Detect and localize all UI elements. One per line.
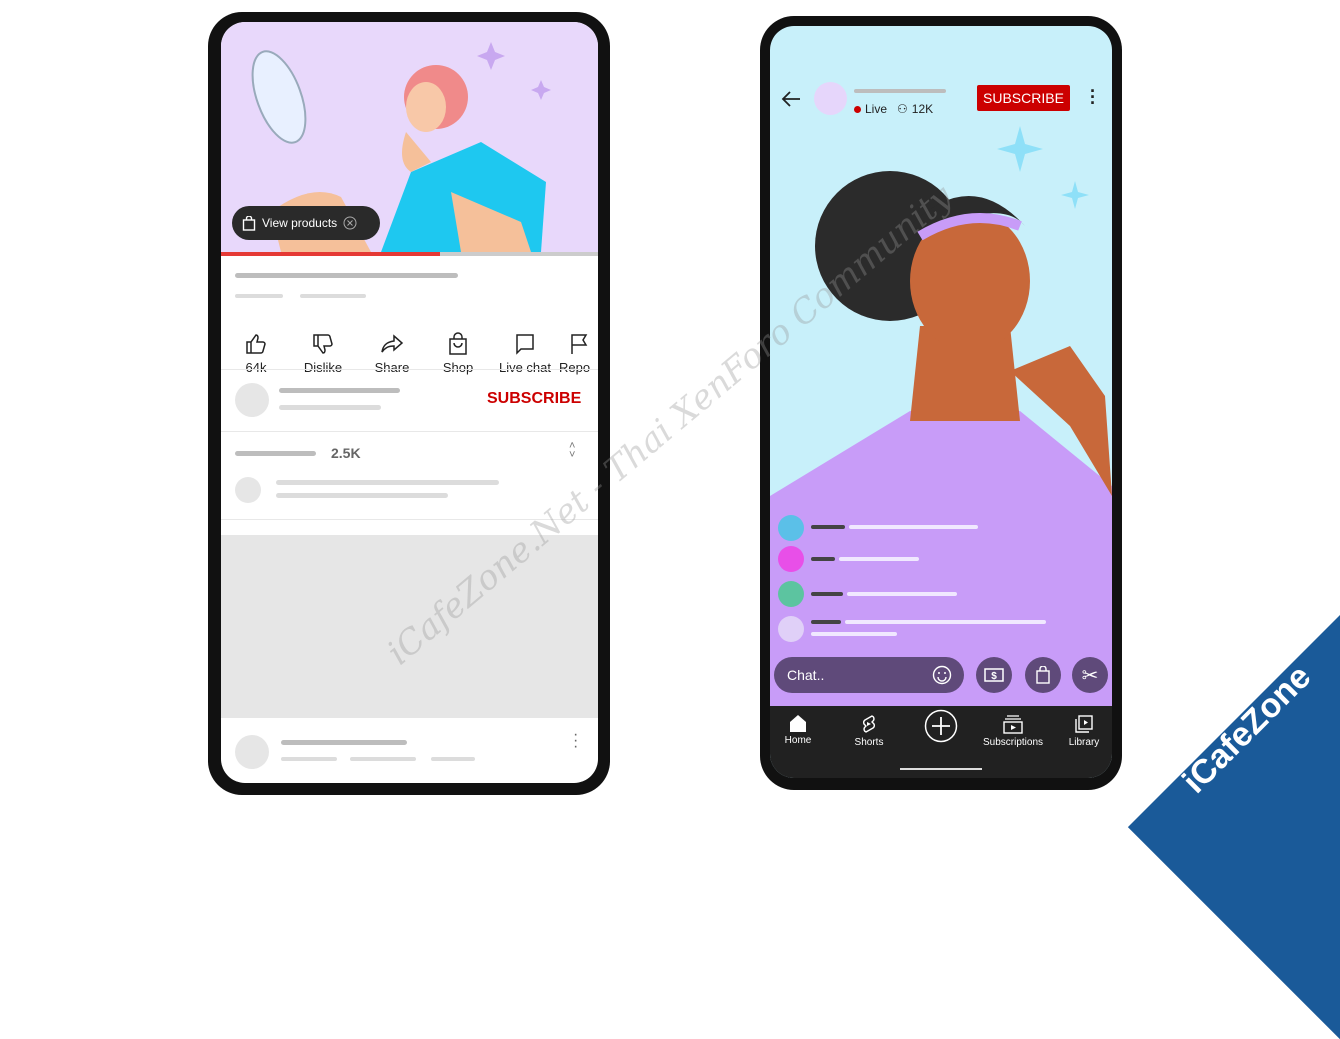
scissors-icon: ✂ — [1081, 664, 1099, 687]
video-progress-bar[interactable] — [221, 252, 598, 256]
chat-avatar — [778, 515, 804, 541]
comments-count: 2.5K — [331, 445, 361, 461]
chat-avatar — [778, 546, 804, 572]
svg-text:$: $ — [991, 671, 997, 682]
chat-avatar — [778, 616, 804, 642]
shorts-icon — [863, 715, 875, 733]
video-player[interactable]: View products — [221, 22, 598, 252]
expand-comments-icon[interactable]: ˄ ˅ — [569, 441, 575, 461]
nav-home[interactable]: Home — [770, 714, 833, 746]
nav-shorts[interactable]: Shorts — [834, 714, 904, 748]
view-products-chip[interactable]: View products — [232, 206, 380, 240]
create-plus-icon — [924, 709, 958, 743]
subscriptions-icon — [1003, 715, 1023, 734]
viewers-icon: ⚇ — [897, 102, 908, 116]
clip-button[interactable]: ✂ — [1072, 657, 1108, 693]
more-options-icon[interactable]: · · · — [1090, 82, 1096, 112]
progress-fill — [221, 252, 440, 256]
thumbs-down-icon — [313, 334, 333, 354]
share-icon — [381, 334, 404, 353]
channel-avatar[interactable] — [814, 82, 847, 115]
chat-icon — [516, 334, 534, 355]
live-dot — [854, 105, 861, 113]
shopping-bag-icon — [242, 215, 256, 231]
emoji-icon[interactable] — [932, 665, 952, 685]
live-stream-screen: Live ⚇ 12K SUBSCRIBE · · · Chat.. $ ✂ Home… — [770, 26, 1112, 778]
back-arrow-icon[interactable] — [780, 88, 802, 110]
view-products-label: View products — [262, 216, 338, 230]
channel-avatar[interactable] — [235, 383, 269, 417]
more-options-icon[interactable]: · · · — [573, 727, 578, 755]
nav-create[interactable] — [906, 709, 976, 746]
library-icon — [1075, 715, 1093, 733]
money-icon: $ — [984, 668, 1004, 682]
home-indicator — [900, 768, 982, 770]
chat-avatar — [778, 581, 804, 607]
super-chat-button[interactable]: $ — [976, 657, 1012, 693]
live-streamer-illustration — [770, 126, 1112, 706]
shopping-bag-icon — [1036, 666, 1050, 684]
flag-icon — [571, 334, 588, 354]
chat-input[interactable]: Chat.. — [774, 657, 964, 693]
shopping-bag-icon — [449, 332, 467, 355]
shop-button[interactable] — [1025, 657, 1061, 693]
thumbs-up-icon — [246, 334, 266, 354]
nav-subscriptions[interactable]: Subscriptions — [978, 714, 1048, 748]
bottom-nav: Home Shorts Subscriptions Library — [770, 706, 1112, 778]
nav-library[interactable]: Library — [1049, 714, 1112, 748]
live-badge: Live ⚇ 12K — [854, 102, 933, 116]
subscribe-button[interactable]: SUBSCRIBE — [487, 390, 581, 408]
close-icon[interactable] — [343, 216, 357, 230]
home-icon — [790, 715, 806, 732]
viewer-count: 12K — [911, 102, 934, 116]
subscribe-button[interactable]: SUBSCRIBE — [977, 85, 1070, 111]
